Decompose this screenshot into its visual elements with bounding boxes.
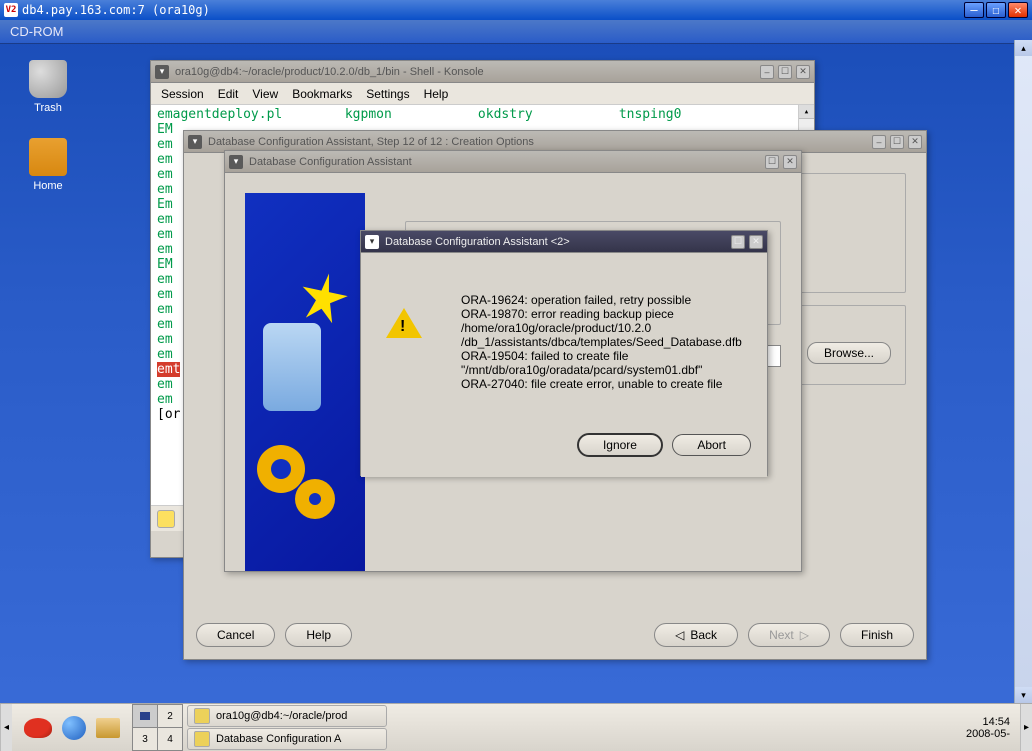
- error-line: ORA-19624: operation failed, retry possi…: [461, 293, 737, 307]
- warning-icon: [386, 308, 422, 338]
- vnc-close-button[interactable]: ✕: [1008, 2, 1028, 18]
- desktop-menubar[interactable]: CD-ROM: [0, 20, 1032, 44]
- taskbar-scroll-right[interactable]: ▸: [1020, 704, 1032, 751]
- viewer-scrollbar[interactable]: ▴ ▾: [1014, 40, 1032, 703]
- abort-button[interactable]: Abort: [672, 434, 751, 456]
- desktop: CD-ROM Trash Home ▾ ora10g@db4:~/oracle/…: [0, 20, 1032, 751]
- cancel-button[interactable]: Cancel: [196, 623, 275, 647]
- error-max-button[interactable]: ☐: [731, 235, 745, 249]
- dbca-prog-close-button[interactable]: ✕: [783, 155, 797, 169]
- ignore-button[interactable]: Ignore: [577, 433, 663, 457]
- window-menu-icon[interactable]: ▾: [229, 155, 243, 169]
- dbca-progress-titlebar[interactable]: ▾ Database Configuration Assistant ☐ ✕: [225, 151, 801, 173]
- trash-icon[interactable]: Trash: [18, 60, 78, 114]
- clock-time: 14:54: [966, 716, 1010, 728]
- clock-date: 2008-05-: [966, 728, 1010, 740]
- term-text: tnsping0: [619, 107, 682, 122]
- task-dbca[interactable]: Database Configuration A: [187, 728, 387, 750]
- dbca-main-title: Database Configuration Assistant, Step 1…: [208, 136, 534, 148]
- home-icon[interactable]: Home: [18, 138, 78, 192]
- term-text: emagentdeploy.pl: [157, 107, 282, 122]
- taskbar: ◂ 2 3 4 ora10g@db4:~/oracle/prod Databas…: [0, 703, 1032, 751]
- error-line: ORA-27040: file create error, unable to …: [461, 377, 737, 391]
- konsole-menubar: Session Edit View Bookmarks Settings Hel…: [151, 83, 814, 105]
- dbca-main-close-button[interactable]: ✕: [908, 135, 922, 149]
- database-icon: [263, 323, 321, 411]
- next-button: Next▷: [748, 623, 830, 647]
- taskbar-scroll-left[interactable]: ◂: [0, 704, 12, 751]
- wizard-image: [245, 193, 365, 571]
- scroll-up-icon[interactable]: ▴: [1015, 40, 1032, 56]
- vnc-maximize-button[interactable]: ☐: [986, 2, 1006, 18]
- error-line: /db_1/assistants/dbca/templates/Seed_Dat…: [461, 335, 737, 349]
- vnc-title: db4.pay.163.com:7 (ora10g): [22, 3, 210, 17]
- star-icon: [296, 269, 353, 326]
- browse-button[interactable]: Browse...: [807, 342, 891, 364]
- workspace-4[interactable]: 4: [158, 728, 182, 750]
- window-menu-icon[interactable]: ▾: [365, 235, 379, 249]
- vnc-icon: V2: [4, 3, 18, 17]
- gear-icon: [295, 479, 335, 519]
- konsole-minimize-button[interactable]: –: [760, 65, 774, 79]
- konsole-close-button[interactable]: ✕: [796, 65, 810, 79]
- browser-icon[interactable]: [62, 716, 86, 740]
- dbca-prog-max-button[interactable]: ☐: [765, 155, 779, 169]
- gear-icon: [257, 445, 305, 493]
- scroll-down-icon[interactable]: ▾: [1015, 687, 1032, 703]
- menu-session[interactable]: Session: [161, 87, 204, 101]
- finish-button[interactable]: Finish: [840, 623, 914, 647]
- menu-edit[interactable]: Edit: [218, 87, 239, 101]
- dbca-main-max-button[interactable]: ☐: [890, 135, 904, 149]
- terminal-icon: [194, 708, 210, 724]
- package-icon[interactable]: [96, 718, 120, 738]
- dbca-progress-title: Database Configuration Assistant: [249, 156, 412, 168]
- error-close-button[interactable]: ✕: [749, 235, 763, 249]
- error-line: ORA-19870: error reading backup piece: [461, 307, 737, 321]
- window-menu-icon[interactable]: ▾: [188, 135, 202, 149]
- menu-view[interactable]: View: [252, 87, 278, 101]
- chevron-left-icon: ◁: [675, 628, 684, 642]
- konsole-title: ora10g@db4:~/oracle/product/10.2.0/db_1/…: [175, 66, 484, 78]
- home-label: Home: [18, 180, 78, 192]
- menu-settings[interactable]: Settings: [366, 87, 409, 101]
- workspace-pager[interactable]: 2 3 4: [132, 704, 183, 751]
- dbca-error-title: Database Configuration Assistant <2>: [385, 236, 570, 248]
- workspace-3[interactable]: 3: [133, 728, 157, 750]
- term-text: kgpmon: [345, 107, 392, 122]
- task-konsole[interactable]: ora10g@db4:~/oracle/prod: [187, 705, 387, 727]
- chevron-right-icon: ▷: [800, 628, 809, 642]
- error-line: /home/ora10g/oracle/product/10.2.0: [461, 321, 737, 335]
- konsole-newtab-icon[interactable]: [157, 510, 175, 528]
- term-text: okdstry: [478, 107, 533, 122]
- help-button[interactable]: Help: [285, 623, 352, 647]
- trash-label: Trash: [18, 102, 78, 114]
- menu-bookmarks[interactable]: Bookmarks: [292, 87, 352, 101]
- scroll-up-icon[interactable]: ▴: [799, 105, 814, 119]
- back-button[interactable]: ◁Back: [654, 623, 738, 647]
- dbca-error-dialog: ▾ Database Configuration Assistant <2> ☐…: [360, 230, 768, 476]
- vnc-minimize-button[interactable]: –: [964, 2, 984, 18]
- window-menu-icon[interactable]: ▾: [155, 65, 169, 79]
- error-line: ORA-19504: failed to create file: [461, 349, 737, 363]
- vnc-titlebar: V2 db4.pay.163.com:7 (ora10g) – ☐ ✕: [0, 0, 1032, 20]
- dbca-error-titlebar[interactable]: ▾ Database Configuration Assistant <2> ☐…: [361, 231, 767, 253]
- redhat-menu-icon[interactable]: [24, 718, 52, 738]
- term-text: emt: [157, 362, 180, 377]
- dbca-main-min-button[interactable]: –: [872, 135, 886, 149]
- konsole-maximize-button[interactable]: ☐: [778, 65, 792, 79]
- error-line: "/mnt/db/ora10g/oradata/pcard/system01.d…: [461, 363, 737, 377]
- workspace-2[interactable]: 2: [158, 705, 182, 727]
- clock[interactable]: 14:54 2008-05-: [956, 716, 1020, 740]
- app-icon: [194, 731, 210, 747]
- konsole-titlebar[interactable]: ▾ ora10g@db4:~/oracle/product/10.2.0/db_…: [151, 61, 814, 83]
- menu-help[interactable]: Help: [424, 87, 449, 101]
